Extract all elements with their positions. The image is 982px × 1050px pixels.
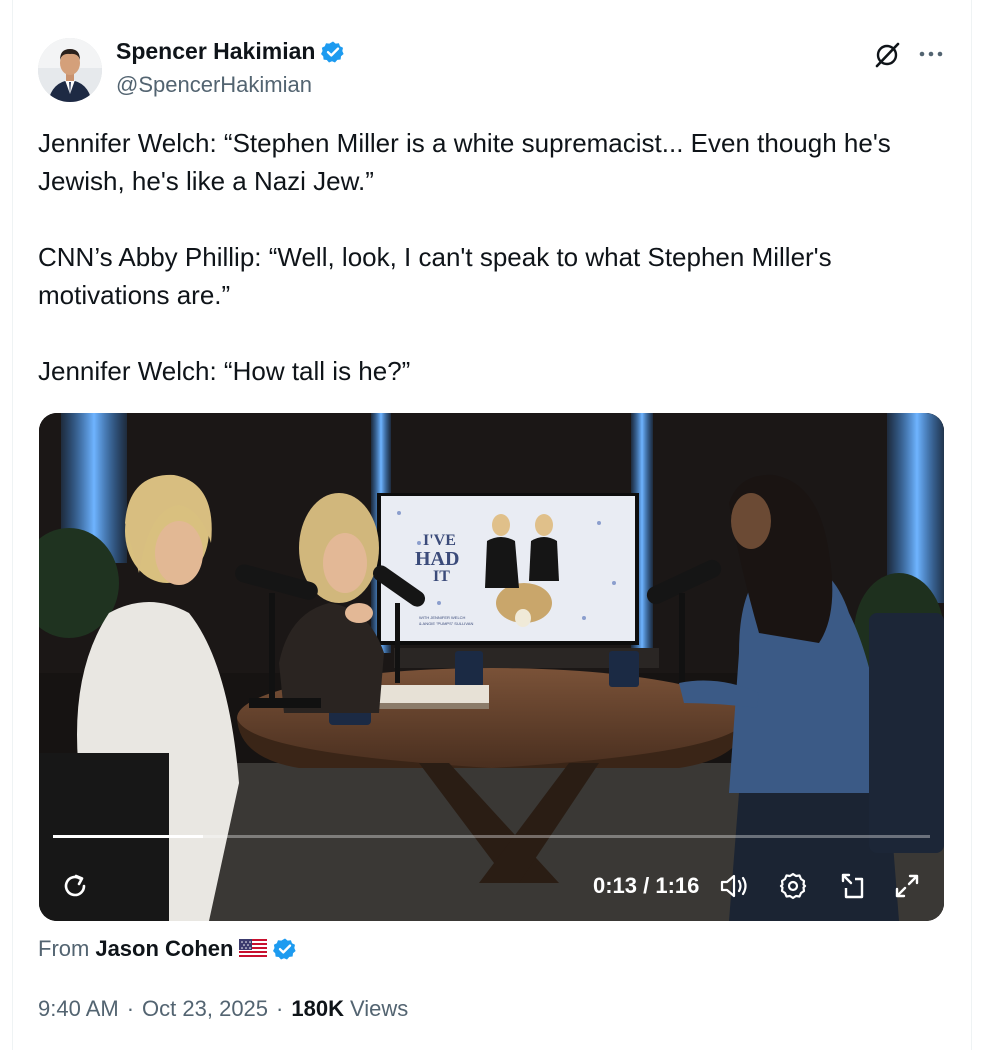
verified-badge-icon (321, 40, 345, 64)
fullscreen-icon[interactable] (891, 869, 923, 903)
tweet-text: Jennifer Welch: “Stephen Miller is a whi… (38, 124, 918, 390)
video-player[interactable]: I'VE HAD IT WITH JENNIFER WELCH & ANGIE … (39, 413, 944, 921)
tweet-paragraph: CNN’s Abby Phillip: “Well, look, I can't… (38, 242, 832, 310)
pip-icon[interactable] (835, 869, 869, 903)
verified-badge-icon (273, 937, 297, 961)
author-avatar[interactable] (38, 38, 102, 102)
tweet-date[interactable]: Oct 23, 2025 (142, 996, 268, 1022)
volume-icon[interactable] (717, 869, 753, 903)
video-frame: I'VE HAD IT WITH JENNIFER WELCH & ANGIE … (39, 413, 944, 921)
tweet-paragraph: Jennifer Welch: “Stephen Miller is a whi… (38, 128, 891, 196)
separator-dot: · (276, 996, 284, 1021)
author-name[interactable]: Spencer Hakimian (116, 38, 315, 65)
tv-title-3: IT (433, 568, 450, 585)
from-label: From (38, 936, 90, 961)
tv-title-2: HAD (415, 548, 459, 570)
separator-dot: · (126, 996, 135, 1021)
views-count: 180K (291, 996, 344, 1021)
from-name[interactable]: Jason Cohen (95, 936, 233, 962)
replay-icon[interactable] (59, 869, 91, 903)
author-handle[interactable]: @SpencerHakimian (116, 72, 312, 98)
tv-credits-2: & ANGIE "PUMPS" SULLIVAN (419, 621, 473, 626)
tweet-time[interactable]: 9:40 AM (38, 996, 119, 1022)
settings-icon[interactable] (777, 869, 809, 903)
tv-title-1: I'VE (423, 532, 456, 549)
attribution-row: From Jason Cohen (38, 936, 297, 962)
video-progress-fill (53, 835, 203, 838)
video-time: 0:13 / 1:16 (593, 873, 700, 898)
video-progress-bar[interactable] (53, 835, 930, 838)
grok-icon[interactable] (872, 40, 902, 70)
tv-credits-1: WITH JENNIFER WELCH (419, 615, 466, 620)
us-flag-icon (239, 939, 268, 959)
tweet-meta: 9:40 AM · Oct 23, 2025 · 180K Views (38, 996, 408, 1022)
tweet-paragraph: Jennifer Welch: “How tall is he?” (38, 356, 411, 386)
author-name-row: Spencer Hakimian (116, 38, 345, 65)
views-label: Views (349, 996, 409, 1021)
more-icon[interactable] (916, 40, 946, 70)
